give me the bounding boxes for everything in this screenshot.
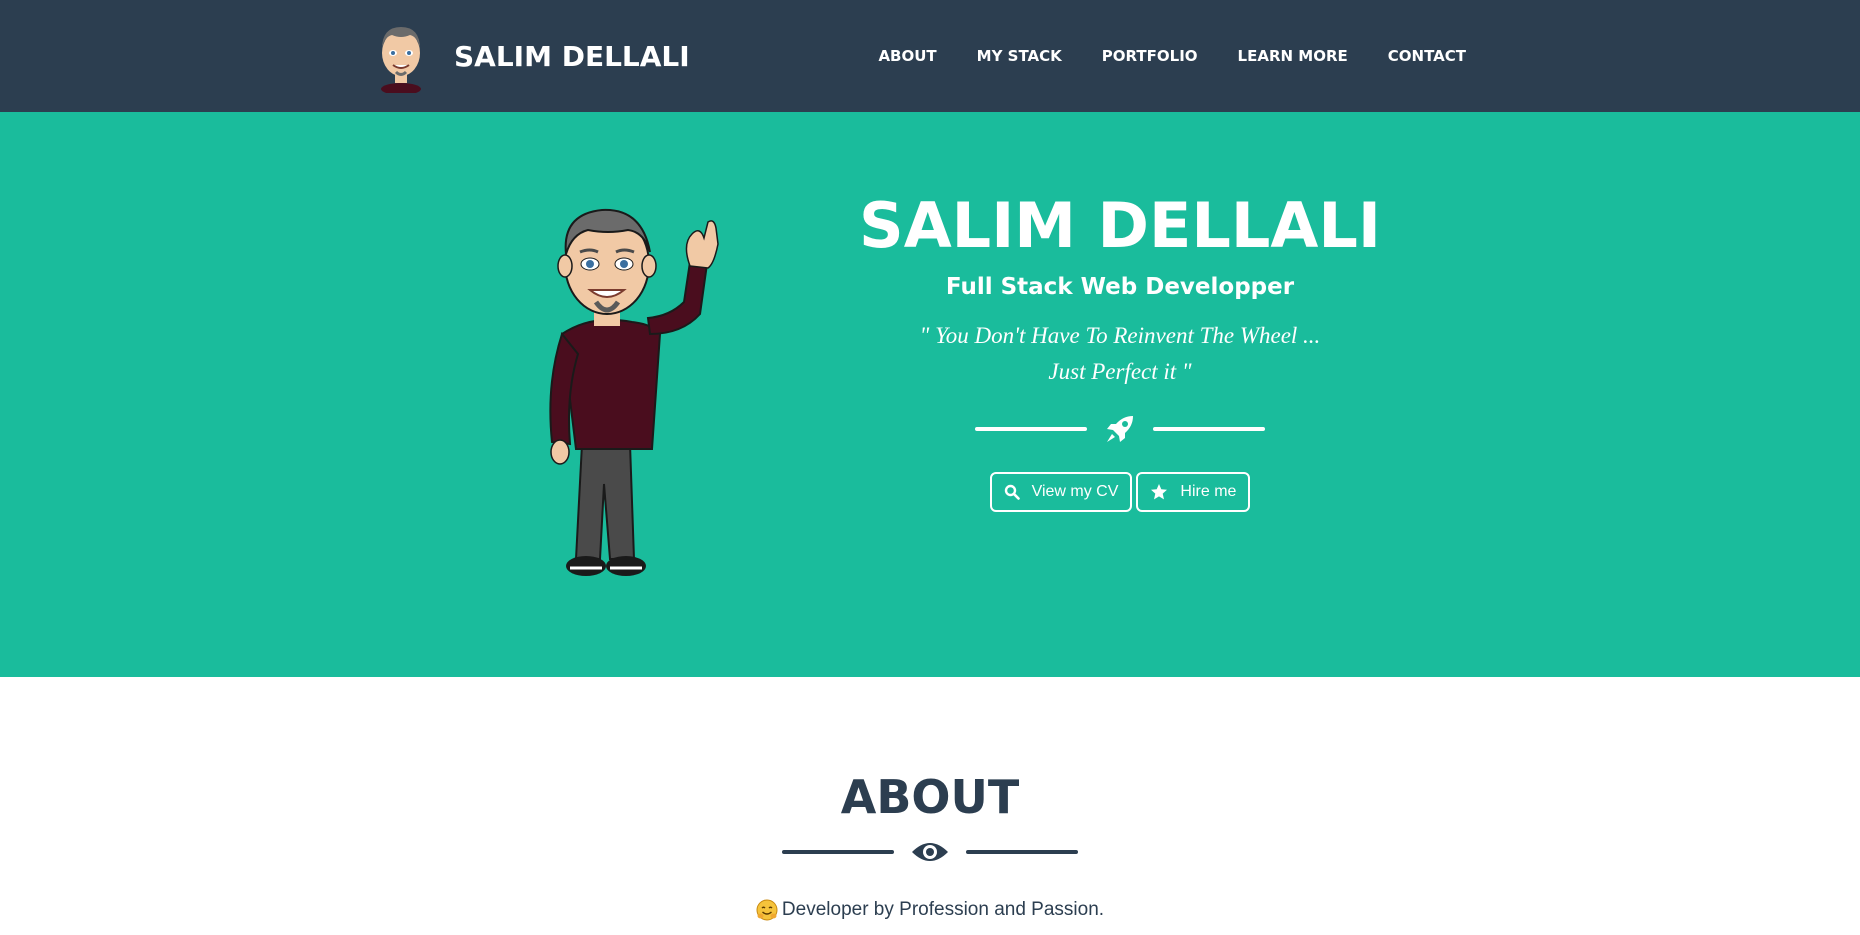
star-icon [1150, 483, 1168, 501]
divider-line-left [782, 850, 894, 854]
hero-quote-line-2: Just Perfect it " [1048, 359, 1192, 384]
brand-link[interactable]: SALIM DELLALI [372, 16, 690, 96]
hire-me-button[interactable]: Hire me [1136, 472, 1251, 512]
nav-link-about[interactable]: ABOUT [878, 47, 936, 65]
hugging-face-emoji [756, 899, 778, 921]
hero-subtitle: Full Stack Web Developper [945, 274, 1295, 300]
nav-links: ABOUT MY STACK PORTFOLIO LEARN MORE CONT… [838, 0, 1466, 112]
rocket-icon [1103, 412, 1137, 446]
eye-icon [910, 835, 950, 869]
view-cv-button[interactable]: View my CV [989, 472, 1133, 512]
hero-text: SALIM DELLALI Full Stack Web Developper … [820, 190, 1420, 512]
divider-line-right [1153, 427, 1265, 431]
divider-line-right [966, 850, 1078, 854]
nav-link-portfolio[interactable]: PORTFOLIO [1102, 47, 1198, 65]
hero-divider [820, 412, 1420, 446]
waving-avatar-figure [549, 208, 719, 576]
hero-quote: " You Don't Have To Reinvent The Wheel .… [820, 318, 1420, 390]
about-divider [0, 835, 1860, 869]
about-section: ABOUT Developer by Profession and Passio… [0, 677, 1860, 935]
hero-buttons: View my CV Hire me [820, 472, 1420, 512]
hire-me-label: Hire me [1180, 483, 1237, 500]
nav-link-contact[interactable]: CONTACT [1388, 47, 1466, 65]
about-title: ABOUT [840, 770, 1020, 824]
brand-name: SALIM DELLALI [454, 39, 690, 73]
divider-line-left [975, 427, 1087, 431]
hero-title: SALIM DELLALI [859, 189, 1381, 262]
about-text: Developer by Profession and Passion. [0, 899, 1860, 921]
nav-link-my-stack[interactable]: MY STACK [977, 47, 1062, 65]
search-icon [1004, 484, 1020, 500]
avatar [381, 27, 421, 93]
about-text-label: Developer by Profession and Passion. [781, 899, 1105, 920]
hero-section: SALIM DELLALI Full Stack Web Developper … [0, 112, 1860, 677]
hero-quote-line-1: " You Don't Have To Reinvent The Wheel .… [919, 323, 1321, 348]
view-cv-label: View my CV [1031, 483, 1119, 500]
nav-link-learn-more[interactable]: LEARN MORE [1238, 47, 1348, 65]
navbar: SALIM DELLALI ABOUT MY STACK PORTFOLIO L… [0, 0, 1860, 112]
